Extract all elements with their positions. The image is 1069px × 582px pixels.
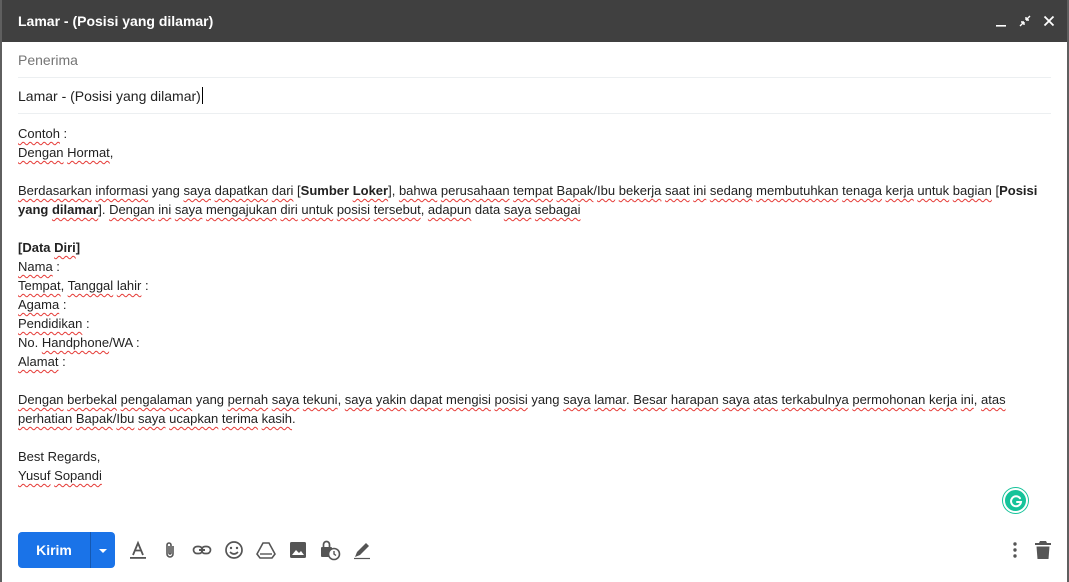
send-button[interactable]: Kirim bbox=[18, 532, 90, 568]
link-icon[interactable] bbox=[190, 538, 214, 562]
signature-name: Yusuf Sopandi bbox=[18, 468, 102, 483]
message-body[interactable]: Contoh : Dengan Hormat, Berdasarkan info… bbox=[18, 124, 1047, 485]
chevron-down-icon bbox=[98, 541, 108, 559]
image-icon[interactable] bbox=[286, 538, 310, 562]
body-line: [Data Diri] bbox=[18, 240, 81, 255]
attachment-icon[interactable] bbox=[158, 538, 182, 562]
drive-icon[interactable] bbox=[254, 538, 278, 562]
confidential-mode-icon[interactable] bbox=[318, 538, 342, 562]
compose-toolbar: Kirim bbox=[2, 530, 1067, 570]
recipients-field[interactable]: Penerima bbox=[18, 42, 1051, 78]
subject-value: Lamar - (Posisi yang dilamar) bbox=[18, 87, 203, 104]
compose-title-bar[interactable]: Lamar - (Posisi yang dilamar) bbox=[2, 0, 1067, 42]
emoji-icon[interactable] bbox=[222, 538, 246, 562]
compose-window: Lamar - (Posisi yang dilamar) Penerima L… bbox=[0, 0, 1069, 582]
minimize-icon[interactable] bbox=[989, 0, 1013, 42]
grammarly-icon[interactable] bbox=[1003, 488, 1028, 513]
body-line: Dengan Hormat, bbox=[18, 145, 114, 160]
text-cursor bbox=[201, 87, 203, 104]
subject-field[interactable]: Lamar - (Posisi yang dilamar) bbox=[18, 78, 1051, 114]
body-line: Alamat : bbox=[18, 354, 66, 369]
recipients-placeholder: Penerima bbox=[18, 51, 78, 68]
signature-icon[interactable] bbox=[350, 538, 374, 562]
body-line: Contoh : bbox=[18, 126, 68, 141]
body-line: Agama : bbox=[18, 297, 67, 312]
body-line: Tempat, Tanggal lahir : bbox=[18, 278, 149, 293]
body-line: No. Handphone/WA : bbox=[18, 335, 140, 350]
body-paragraph: Dengan berbekal pengalaman yang pernah s… bbox=[18, 392, 1006, 426]
trash-icon[interactable] bbox=[1031, 538, 1055, 562]
more-options-icon[interactable] bbox=[1003, 538, 1027, 562]
send-button-group: Kirim bbox=[18, 532, 115, 568]
close-icon[interactable] bbox=[1037, 0, 1061, 42]
closing-line: Best Regards, bbox=[18, 449, 101, 464]
body-line: Nama : bbox=[18, 259, 60, 274]
body-paragraph: Berdasarkan informasi yang saya dapatkan… bbox=[18, 183, 1038, 217]
compose-title: Lamar - (Posisi yang dilamar) bbox=[18, 13, 214, 29]
body-line: Pendidikan : bbox=[18, 316, 90, 331]
exit-fullscreen-icon[interactable] bbox=[1013, 0, 1037, 42]
text-format-icon[interactable] bbox=[126, 538, 150, 562]
send-options-button[interactable] bbox=[90, 532, 115, 568]
